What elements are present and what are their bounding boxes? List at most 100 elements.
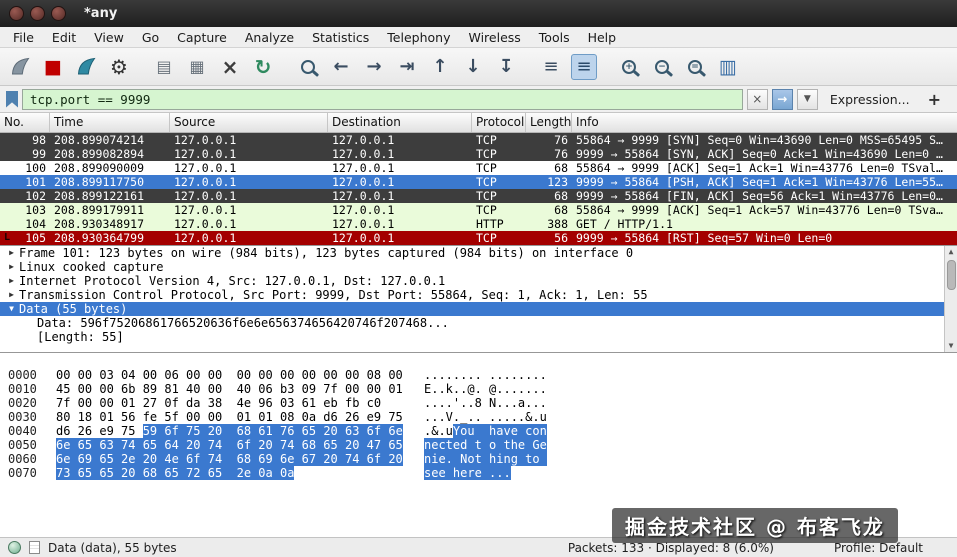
packet-detail-line[interactable]: ▼ Data (55 bytes) (0, 302, 957, 316)
close-file-icon[interactable]: × (217, 54, 243, 80)
column-header-time[interactable]: Time (50, 113, 170, 132)
go-first-icon[interactable]: ↑ (427, 54, 453, 80)
packet-detail-line[interactable]: Data: 596f75206861766520636f6e6e65637465… (0, 316, 957, 330)
expand-arrow-icon[interactable]: ▶ (4, 288, 19, 302)
scroll-down-icon[interactable]: ▼ (949, 340, 954, 352)
packet-cell-time: 208.899090009 (54, 161, 145, 175)
packet-cell-no: 102 (0, 189, 50, 203)
scrollbar-thumb[interactable] (946, 260, 956, 290)
filter-bookmark-icon[interactable] (6, 90, 18, 108)
hex-row[interactable]: 0000 00 00 03 04 00 06 00 00 00 00 00 00 … (0, 368, 957, 382)
collapse-arrow-icon[interactable]: ▼ (4, 302, 19, 316)
column-header-info[interactable]: Info (572, 113, 957, 132)
packet-row[interactable]: 101 208.899117750 127.0.0.1 127.0.0.1 TCP 123… (0, 175, 957, 189)
packet-detail-line[interactable]: [Length: 55] (0, 330, 957, 344)
packet-cell-proto: TCP (476, 203, 497, 217)
menu-edit[interactable]: Edit (43, 28, 85, 47)
zoom-in-icon[interactable]: + (616, 54, 642, 80)
packet-row[interactable]: 99 208.899082894 127.0.0.1 127.0.0.1 TCP 76 99… (0, 147, 957, 161)
go-forward-icon[interactable]: → (361, 54, 387, 80)
hex-bytes: 6e 65 63 74 65 64 20 74 6f 20 74 68 65 2… (56, 438, 408, 452)
menu-telephony[interactable]: Telephony (378, 28, 459, 47)
detail-text: [Length: 55] (37, 330, 124, 344)
column-header-proto[interactable]: Protocol (472, 113, 526, 132)
packet-list-rows: 98 208.899074214 127.0.0.1 127.0.0.1 TCP 76 55… (0, 133, 957, 245)
expert-info-icon[interactable] (8, 541, 21, 554)
menu-view[interactable]: View (85, 28, 133, 47)
autoscroll-icon[interactable]: ↧ (493, 54, 519, 80)
menu-analyze[interactable]: Analyze (236, 28, 303, 47)
hex-row[interactable]: 0050 6e 65 63 74 65 64 20 74 6f 20 74 68 … (0, 438, 957, 452)
packet-detail-line[interactable]: ▶ Internet Protocol Version 4, Src: 127.0… (0, 274, 957, 288)
column-header-len[interactable]: Length (526, 113, 572, 132)
window-menu-button[interactable] (9, 6, 24, 21)
hex-row[interactable]: 0040 d6 26 e9 75 59 6f 75 20 68 61 76 65 … (0, 424, 957, 438)
filter-input[interactable]: tcp.port == 9999 (22, 88, 743, 110)
open-file-icon[interactable]: ▤ (151, 54, 177, 80)
packet-row[interactable]: 100 208.899090009 127.0.0.1 127.0.0.1 TCP 68 5… (0, 161, 957, 175)
hex-row[interactable]: 0010 45 00 00 6b 89 81 40 00 40 06 b3 09 … (0, 382, 957, 396)
restart-capture-icon[interactable] (73, 54, 99, 80)
hex-row[interactable]: 0060 6e 69 65 2e 20 4e 6f 74 68 69 6e 67 … (0, 452, 957, 466)
expand-arrow-icon[interactable]: ▶ (4, 246, 19, 260)
column-header-dst[interactable]: Destination (328, 113, 472, 132)
reload-icon[interactable]: ↻ (250, 54, 276, 80)
menu-help[interactable]: Help (579, 28, 626, 47)
packet-row[interactable]: L 105 208.930364799 127.0.0.1 127.0.0.1 TCP 56… (0, 231, 957, 245)
menu-statistics[interactable]: Statistics (303, 28, 378, 47)
zoom-normal-icon[interactable]: = (682, 54, 708, 80)
detail-text: Data: 596f75206861766520636f6e6e65637465… (37, 316, 449, 330)
packet-row[interactable]: 104 208.930348917 127.0.0.1 127.0.0.1 HTTP 38… (0, 217, 957, 231)
menu-go[interactable]: Go (133, 28, 168, 47)
stop-capture-icon[interactable]: ■ (40, 54, 66, 80)
go-to-packet-icon[interactable]: ⇥ (394, 54, 420, 80)
filter-dropdown-button[interactable]: ▼ (796, 88, 818, 110)
hex-row[interactable]: 0030 80 18 01 56 fe 5f 00 00 01 01 08 0a … (0, 410, 957, 424)
window-maximize-button[interactable] (51, 6, 66, 21)
menu-wireless[interactable]: Wireless (459, 28, 529, 47)
zoom-out-icon[interactable]: − (649, 54, 675, 80)
capture-options-icon[interactable]: ⚙ (106, 54, 132, 80)
start-capture-icon[interactable] (7, 54, 33, 80)
hex-row[interactable]: 0070 73 65 65 20 68 65 72 65 2e 0a 0a see … (0, 466, 957, 480)
hex-row[interactable]: 0020 7f 00 00 01 27 0f da 38 4e 96 03 61 … (0, 396, 957, 410)
packet-detail-line[interactable]: ▶ Transmission Control Protocol, Src Port… (0, 288, 957, 302)
find-packet-icon[interactable] (295, 54, 321, 80)
expression-button[interactable]: Expression... (822, 92, 920, 107)
packet-cell-time: 208.899074214 (54, 133, 145, 147)
packet-cell-time: 208.930364799 (54, 231, 145, 245)
packet-cell-len: 388 (547, 217, 568, 231)
save-file-icon[interactable]: ▦ (184, 54, 210, 80)
hex-offset: 0000 (8, 368, 37, 382)
filter-clear-button[interactable]: × (746, 88, 768, 110)
packet-cell-dst: 127.0.0.1 (332, 133, 395, 147)
colorize-icon[interactable]: ≡ (538, 54, 564, 80)
column-header-src[interactable]: Source (170, 113, 328, 132)
packet-row[interactable]: 102 208.899122161 127.0.0.1 127.0.0.1 TCP 68 9… (0, 189, 957, 203)
column-header-no[interactable]: No. (0, 113, 50, 132)
detail-text: Internet Protocol Version 4, Src: 127.0.… (19, 274, 446, 288)
go-last-icon[interactable]: ↓ (460, 54, 486, 80)
auto-scroll-live-icon[interactable]: ≡ (571, 53, 597, 80)
details-scrollbar[interactable]: ▲ ▼ (944, 246, 957, 352)
packet-number: 99 (32, 147, 46, 161)
resize-columns-icon[interactable]: ▥ (715, 54, 741, 80)
expand-arrow-icon[interactable]: ▶ (4, 260, 19, 274)
packet-detail-line[interactable]: ▶ Linux cooked capture (0, 260, 957, 274)
capture-comment-icon[interactable] (29, 541, 40, 554)
hex-ascii: nected t o the Ge (424, 438, 547, 452)
packet-row[interactable]: 103 208.899179911 127.0.0.1 127.0.0.1 TCP 68 5… (0, 203, 957, 217)
menu-tools[interactable]: Tools (530, 28, 579, 47)
packet-row[interactable]: 98 208.899074214 127.0.0.1 127.0.0.1 TCP 76 55… (0, 133, 957, 147)
packet-detail-line[interactable]: ▶ Frame 101: 123 bytes on wire (984 bits)… (0, 246, 957, 260)
window-minimize-button[interactable] (30, 6, 45, 21)
menu-capture[interactable]: Capture (168, 28, 236, 47)
expand-arrow-icon[interactable]: ▶ (4, 274, 19, 288)
menu-file[interactable]: File (4, 28, 43, 47)
hex-offset: 0010 (8, 382, 37, 396)
packet-cell-src: 127.0.0.1 (174, 217, 237, 231)
add-filter-button[interactable]: + (924, 90, 951, 109)
scroll-up-icon[interactable]: ▲ (949, 246, 954, 258)
filter-apply-button[interactable]: → (771, 88, 793, 110)
go-back-icon[interactable]: ← (328, 54, 354, 80)
